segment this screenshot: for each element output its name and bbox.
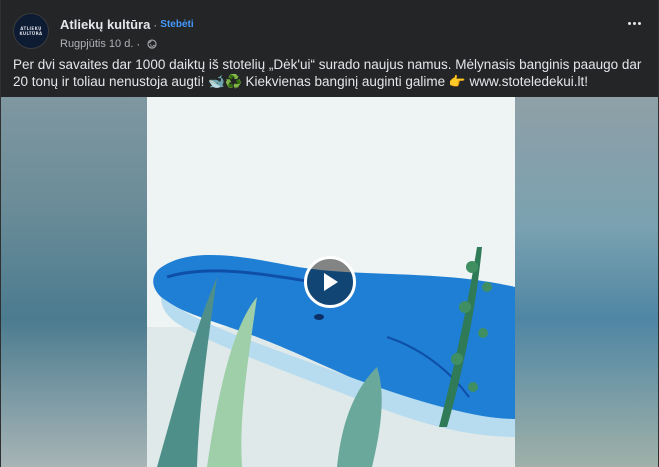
video-player[interactable]: [1, 97, 658, 467]
video-blur-right: [515, 97, 658, 467]
avatar-line-2: KULTŪRA: [19, 31, 43, 36]
separator: ·: [153, 17, 158, 32]
post-header: ATLIEKŲ KULTŪRA Atliekų kultūra · Stebėt…: [1, 0, 658, 54]
video-blur-left: [1, 97, 147, 467]
meta-separator: ·: [136, 37, 141, 51]
feed-post: ATLIEKŲ KULTŪRA Atliekų kultūra · Stebėt…: [0, 0, 659, 467]
page-name[interactable]: Atliekų kultūra: [60, 17, 150, 32]
post-text: Per dvi savaites dar 1000 daiktų iš stot…: [13, 57, 642, 89]
post-meta: Rugpjūtis 10 d. ·: [60, 37, 157, 51]
follow-button[interactable]: Stebėti: [160, 19, 193, 30]
post-date[interactable]: Rugpjūtis 10 d.: [60, 38, 133, 50]
more-options-icon[interactable]: [624, 16, 644, 30]
globe-icon[interactable]: [147, 39, 157, 49]
page-avatar[interactable]: ATLIEKŲ KULTŪRA: [13, 13, 49, 49]
post-author-row: Atliekų kultūra · Stebėti: [60, 17, 194, 32]
play-icon[interactable]: [304, 256, 356, 308]
